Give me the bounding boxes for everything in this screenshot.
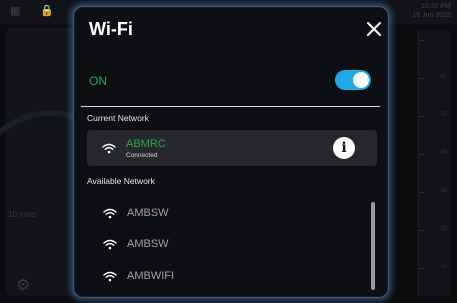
- scale-tick: -40: [438, 150, 447, 156]
- divider: [81, 106, 380, 107]
- network-list-item[interactable]: AMBSW: [87, 201, 357, 227]
- dialog-title: Wi-Fi: [89, 19, 133, 39]
- wifi-icon: [102, 143, 116, 154]
- scrollbar[interactable]: [371, 202, 375, 290]
- background-date: 16 Jun 2023: [412, 12, 451, 19]
- gear-icon: ⚙: [16, 277, 31, 294]
- info-icon[interactable]: i: [333, 137, 355, 159]
- wifi-state-label: ON: [89, 74, 107, 88]
- scale-tick: -20: [438, 226, 447, 232]
- sim-icon: ▦: [10, 5, 21, 17]
- wifi-icon: [103, 271, 117, 282]
- scale-tick: -: [445, 36, 447, 42]
- wifi-dialog: Wi-Fi ON Current Network ABMRC Connected…: [73, 6, 389, 298]
- scale-tick: -60: [438, 74, 447, 80]
- background-time: 10:30 PM: [421, 3, 451, 10]
- close-button[interactable]: [363, 18, 385, 40]
- background-clock: 10:30 PM 16 Jun 2023: [412, 2, 451, 20]
- lock-icon: 🔒: [40, 5, 54, 17]
- network-name: AMBSW: [127, 207, 169, 219]
- current-network-item[interactable]: ABMRC Connected i: [87, 130, 377, 166]
- current-network-heading: Current Network: [87, 113, 149, 123]
- network-name: AMBSW: [127, 238, 169, 250]
- current-network-status: Connected: [126, 152, 158, 159]
- network-list-item[interactable]: AMBSW: [87, 232, 357, 258]
- background-left-label: 10 mins: [8, 210, 37, 219]
- screen: ▦ 🔒 10:30 PM 16 Jun 2023 10 mins ⚙ - -60…: [0, 0, 457, 303]
- wifi-toggle[interactable]: [335, 70, 371, 90]
- scale-tick: -30: [438, 188, 447, 194]
- scale-tick: -10: [438, 264, 447, 270]
- available-network-heading: Available Network: [87, 176, 155, 186]
- network-name: AMBWIFI: [127, 270, 175, 282]
- network-list-item[interactable]: AMBWIFI: [87, 264, 357, 290]
- wifi-icon: [103, 239, 117, 250]
- background-scale: - -60 -50 -40 -30 -20 -10: [418, 30, 451, 296]
- toggle-knob: [353, 72, 369, 88]
- scale-tick: -50: [438, 112, 447, 118]
- close-icon: [367, 22, 381, 36]
- current-network-name: ABMRC: [126, 138, 166, 150]
- wifi-icon: [103, 208, 117, 219]
